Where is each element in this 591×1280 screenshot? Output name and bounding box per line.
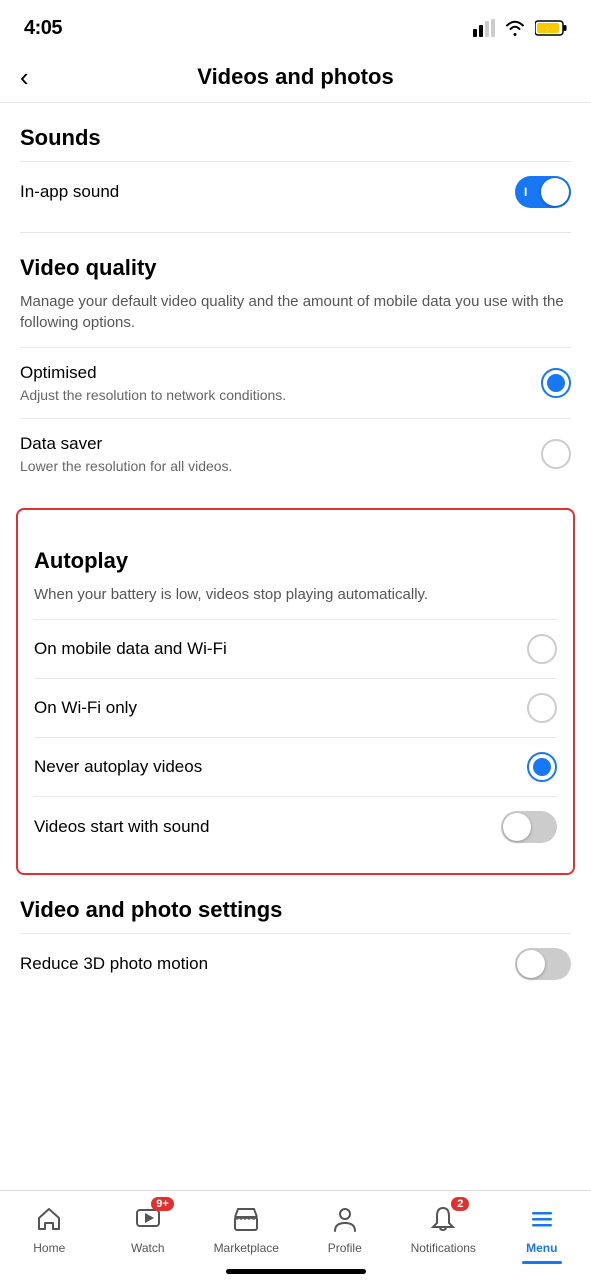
watch-badge: 9+ (151, 1197, 174, 1211)
sounds-section: Sounds In-app sound I (20, 125, 571, 222)
back-button[interactable]: ‹ (20, 62, 29, 93)
video-quality-section: Video quality Manage your default video … (20, 255, 571, 490)
menu-active-indicator (522, 1261, 562, 1264)
home-nav-label: Home (33, 1241, 65, 1255)
wifi-only-row[interactable]: On Wi-Fi only (34, 678, 557, 737)
content-area: Sounds In-app sound I Video quality Mana… (0, 125, 591, 1094)
mobile-wifi-label: On mobile data and Wi-Fi (34, 638, 511, 660)
profile-icon (331, 1205, 359, 1233)
marketplace-icon (232, 1205, 260, 1233)
videos-start-sound-row: Videos start with sound (34, 796, 557, 857)
home-icon (35, 1205, 63, 1233)
signal-icon (473, 19, 495, 37)
svg-text:⚡: ⚡ (542, 23, 553, 35)
nav-item-home[interactable]: Home (14, 1201, 84, 1255)
video-quality-title: Video quality (20, 255, 571, 281)
data-saver-sublabel: Lower the resolution for all videos. (20, 457, 525, 475)
nav-item-notifications[interactable]: 2 Notifications (408, 1201, 478, 1255)
nav-item-profile[interactable]: Profile (310, 1201, 380, 1255)
status-time: 4:05 (24, 17, 62, 40)
data-saver-radio[interactable] (541, 439, 571, 469)
in-app-sound-label: In-app sound (20, 182, 119, 201)
notifications-badge: 2 (451, 1197, 469, 1211)
marketplace-nav-label: Marketplace (214, 1241, 279, 1255)
in-app-sound-row: In-app sound I (20, 161, 571, 222)
data-saver-row[interactable]: Data saver Lower the resolution for all … (20, 418, 571, 489)
never-autoplay-row[interactable]: Never autoplay videos (34, 737, 557, 796)
page-header: ‹ Videos and photos (0, 52, 591, 103)
divider-1 (20, 232, 571, 233)
menu-icon (528, 1205, 556, 1233)
battery-icon: ⚡ (535, 19, 567, 37)
videos-start-sound-label: Videos start with sound (34, 816, 485, 838)
bottom-nav: Home 9+ Watch Marketplace (0, 1190, 591, 1280)
status-icons: ⚡ (473, 19, 567, 37)
videos-start-sound-toggle[interactable] (501, 811, 557, 843)
in-app-sound-toggle[interactable]: I (515, 176, 571, 208)
nav-item-menu[interactable]: Menu (507, 1201, 577, 1264)
optimised-label: Optimised (20, 362, 525, 384)
optimised-row[interactable]: Optimised Adjust the resolution to netwo… (20, 347, 571, 418)
data-saver-label: Data saver (20, 433, 525, 455)
never-autoplay-label: Never autoplay videos (34, 756, 511, 778)
reduce-3d-row: Reduce 3D photo motion (20, 933, 571, 994)
autoplay-title: Autoplay (34, 548, 557, 574)
home-indicator (226, 1269, 366, 1274)
reduce-3d-toggle[interactable] (515, 948, 571, 980)
notifications-nav-label: Notifications (411, 1241, 476, 1255)
video-quality-description: Manage your default video quality and th… (20, 291, 571, 333)
never-autoplay-radio[interactable] (527, 752, 557, 782)
mobile-wifi-row[interactable]: On mobile data and Wi-Fi (34, 619, 557, 678)
optimised-sublabel: Adjust the resolution to network conditi… (20, 386, 525, 404)
sounds-section-title: Sounds (20, 125, 571, 151)
video-photo-settings-section: Video and photo settings Reduce 3D photo… (20, 897, 571, 994)
profile-nav-label: Profile (328, 1241, 362, 1255)
autoplay-description: When your battery is low, videos stop pl… (34, 584, 557, 605)
reduce-3d-label: Reduce 3D photo motion (20, 953, 499, 975)
wifi-only-radio[interactable] (527, 693, 557, 723)
optimised-radio[interactable] (541, 368, 571, 398)
video-photo-settings-title: Video and photo settings (20, 897, 571, 923)
page-title: Videos and photos (197, 64, 393, 90)
wifi-only-label: On Wi-Fi only (34, 697, 511, 719)
nav-item-watch[interactable]: 9+ Watch (113, 1201, 183, 1255)
wifi-icon (503, 19, 527, 37)
menu-nav-label: Menu (526, 1241, 557, 1255)
status-bar: 4:05 ⚡ (0, 0, 591, 52)
autoplay-section: Autoplay When your battery is low, video… (16, 508, 575, 875)
nav-item-marketplace[interactable]: Marketplace (211, 1201, 281, 1255)
mobile-wifi-radio[interactable] (527, 634, 557, 664)
watch-nav-label: Watch (131, 1241, 165, 1255)
